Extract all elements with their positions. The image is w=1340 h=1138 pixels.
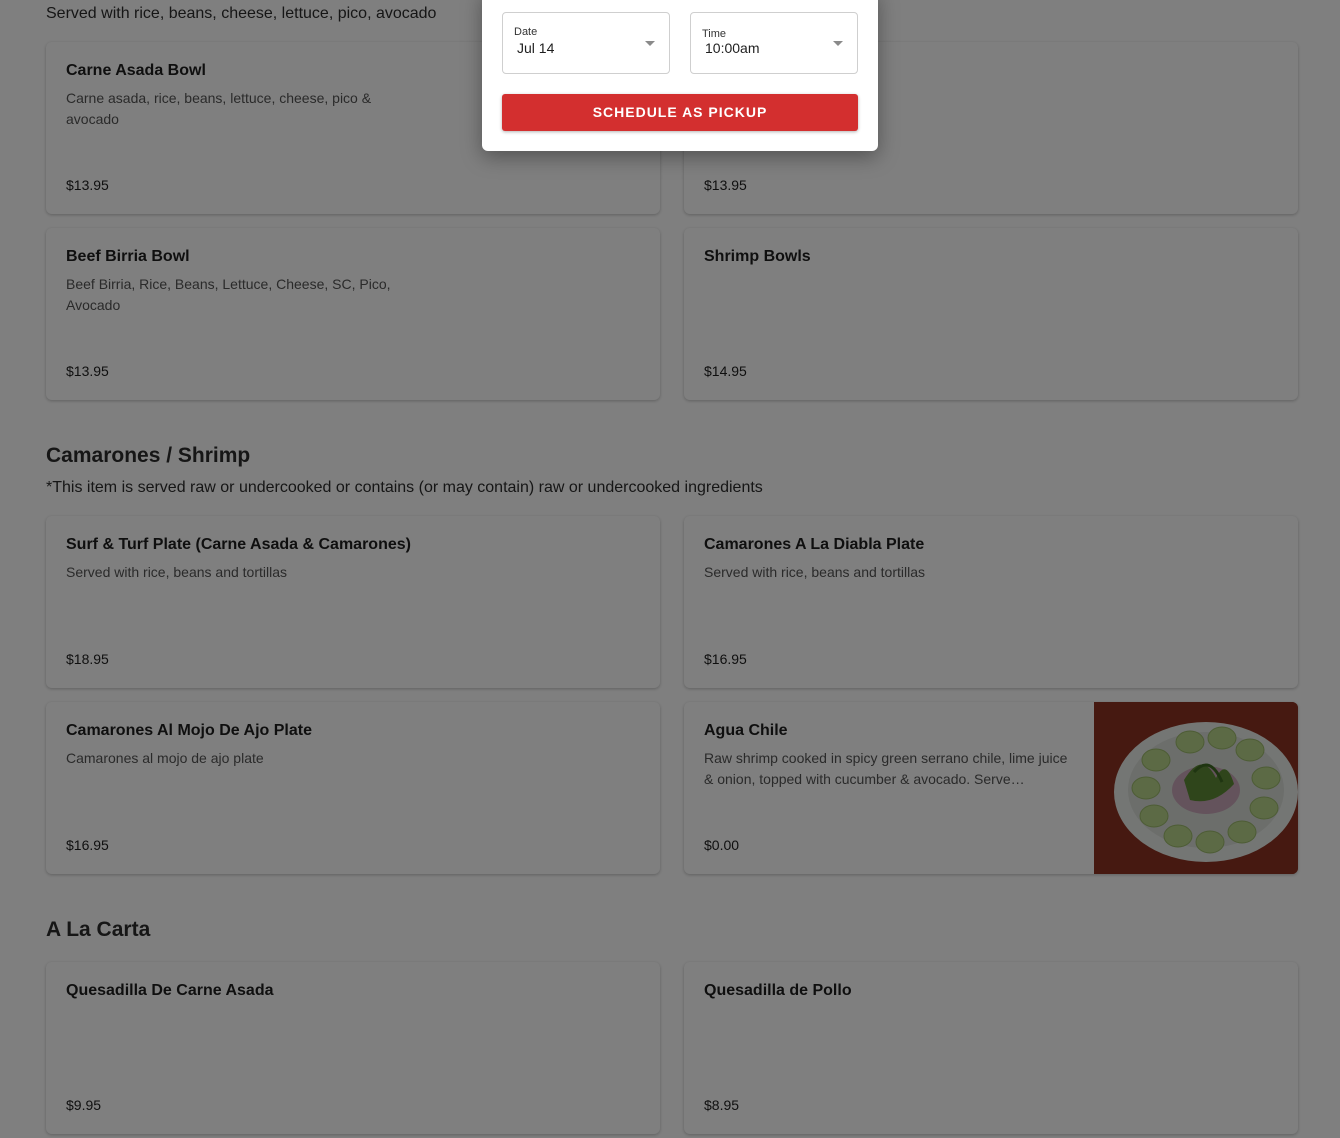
modal-backdrop[interactable] — [0, 0, 1340, 1138]
time-select[interactable]: Time 10:00am — [690, 12, 858, 74]
chevron-down-icon — [645, 41, 655, 46]
date-select[interactable]: Date Jul 14 — [502, 12, 670, 74]
date-value: Jul 14 — [517, 40, 555, 56]
time-label: Time — [702, 28, 727, 40]
schedule-modal: Date Jul 14 Time 10:00am SCHEDULE AS PIC… — [482, 0, 878, 151]
schedule-pickup-button[interactable]: SCHEDULE AS PICKUP — [502, 94, 858, 131]
chevron-down-icon — [833, 41, 843, 46]
time-value: 10:00am — [705, 40, 760, 56]
date-label: Date — [514, 26, 538, 38]
